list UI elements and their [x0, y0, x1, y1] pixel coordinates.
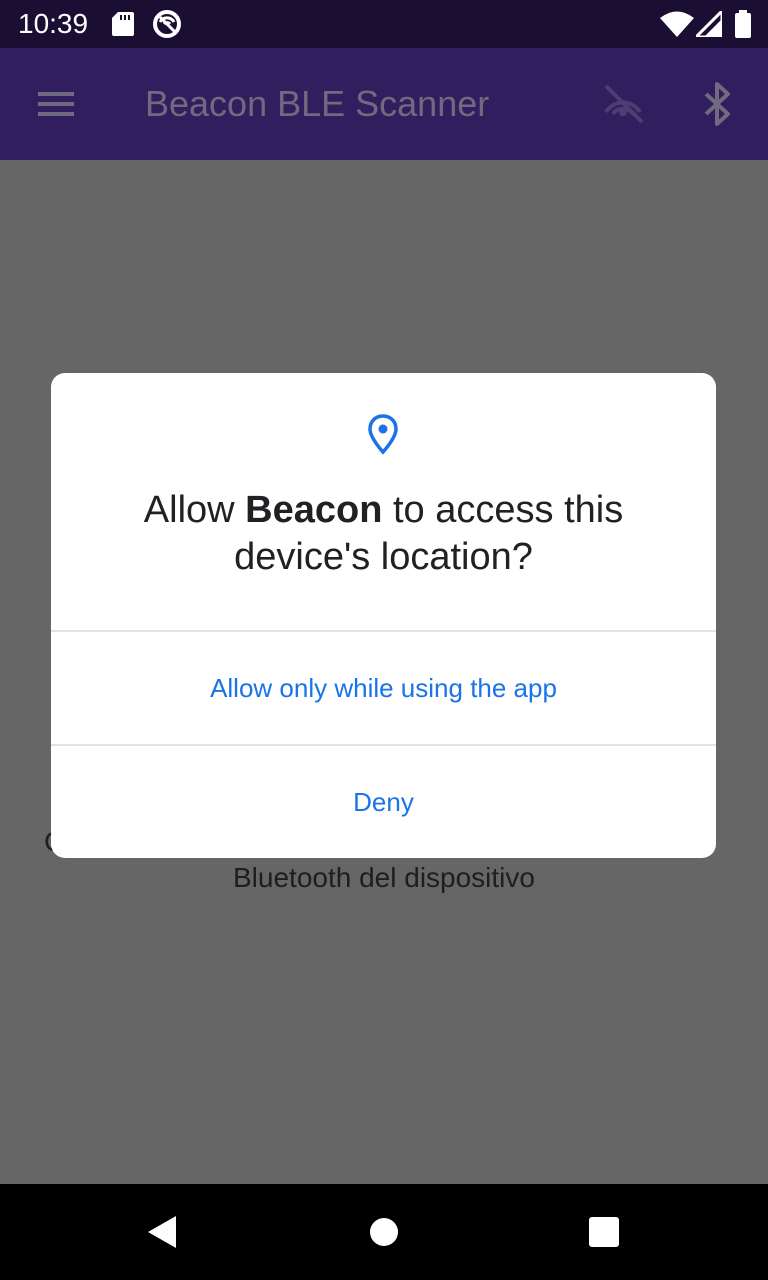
bluetooth-icon[interactable]: [702, 82, 734, 131]
dialog-app-name: Beacon: [245, 489, 383, 531]
dialog-title: Allow Beacon to access this device's loc…: [71, 487, 696, 581]
app-title: Beacon BLE Scanner: [145, 83, 490, 124]
home-icon[interactable]: [368, 1216, 400, 1253]
battery-icon: [734, 10, 752, 43]
allow-while-using-button[interactable]: Allow only while using the app: [51, 632, 716, 744]
deny-button[interactable]: Deny: [51, 746, 716, 858]
navigation-bar: [0, 1184, 768, 1280]
dialog-title-prefix: Allow: [143, 489, 246, 531]
signal-icon: [692, 7, 724, 42]
recents-icon[interactable]: [588, 1216, 620, 1253]
radar-off-icon[interactable]: [600, 82, 646, 131]
back-icon[interactable]: [144, 1214, 178, 1255]
menu-icon[interactable]: [36, 86, 76, 127]
wifi-icon: [660, 11, 694, 42]
location-pin-icon: [367, 413, 399, 460]
status-time: 10:39: [18, 8, 89, 39]
status-bar: 10:39: [0, 0, 768, 48]
cast-icon: [152, 9, 182, 44]
sd-card-icon: [112, 12, 134, 41]
background-text-bluetooth: Bluetooth del dispositivo: [233, 862, 535, 893]
permission-dialog: Allow Beacon to access this device's loc…: [51, 373, 716, 858]
app-bar: Beacon BLE Scanner: [0, 48, 768, 160]
